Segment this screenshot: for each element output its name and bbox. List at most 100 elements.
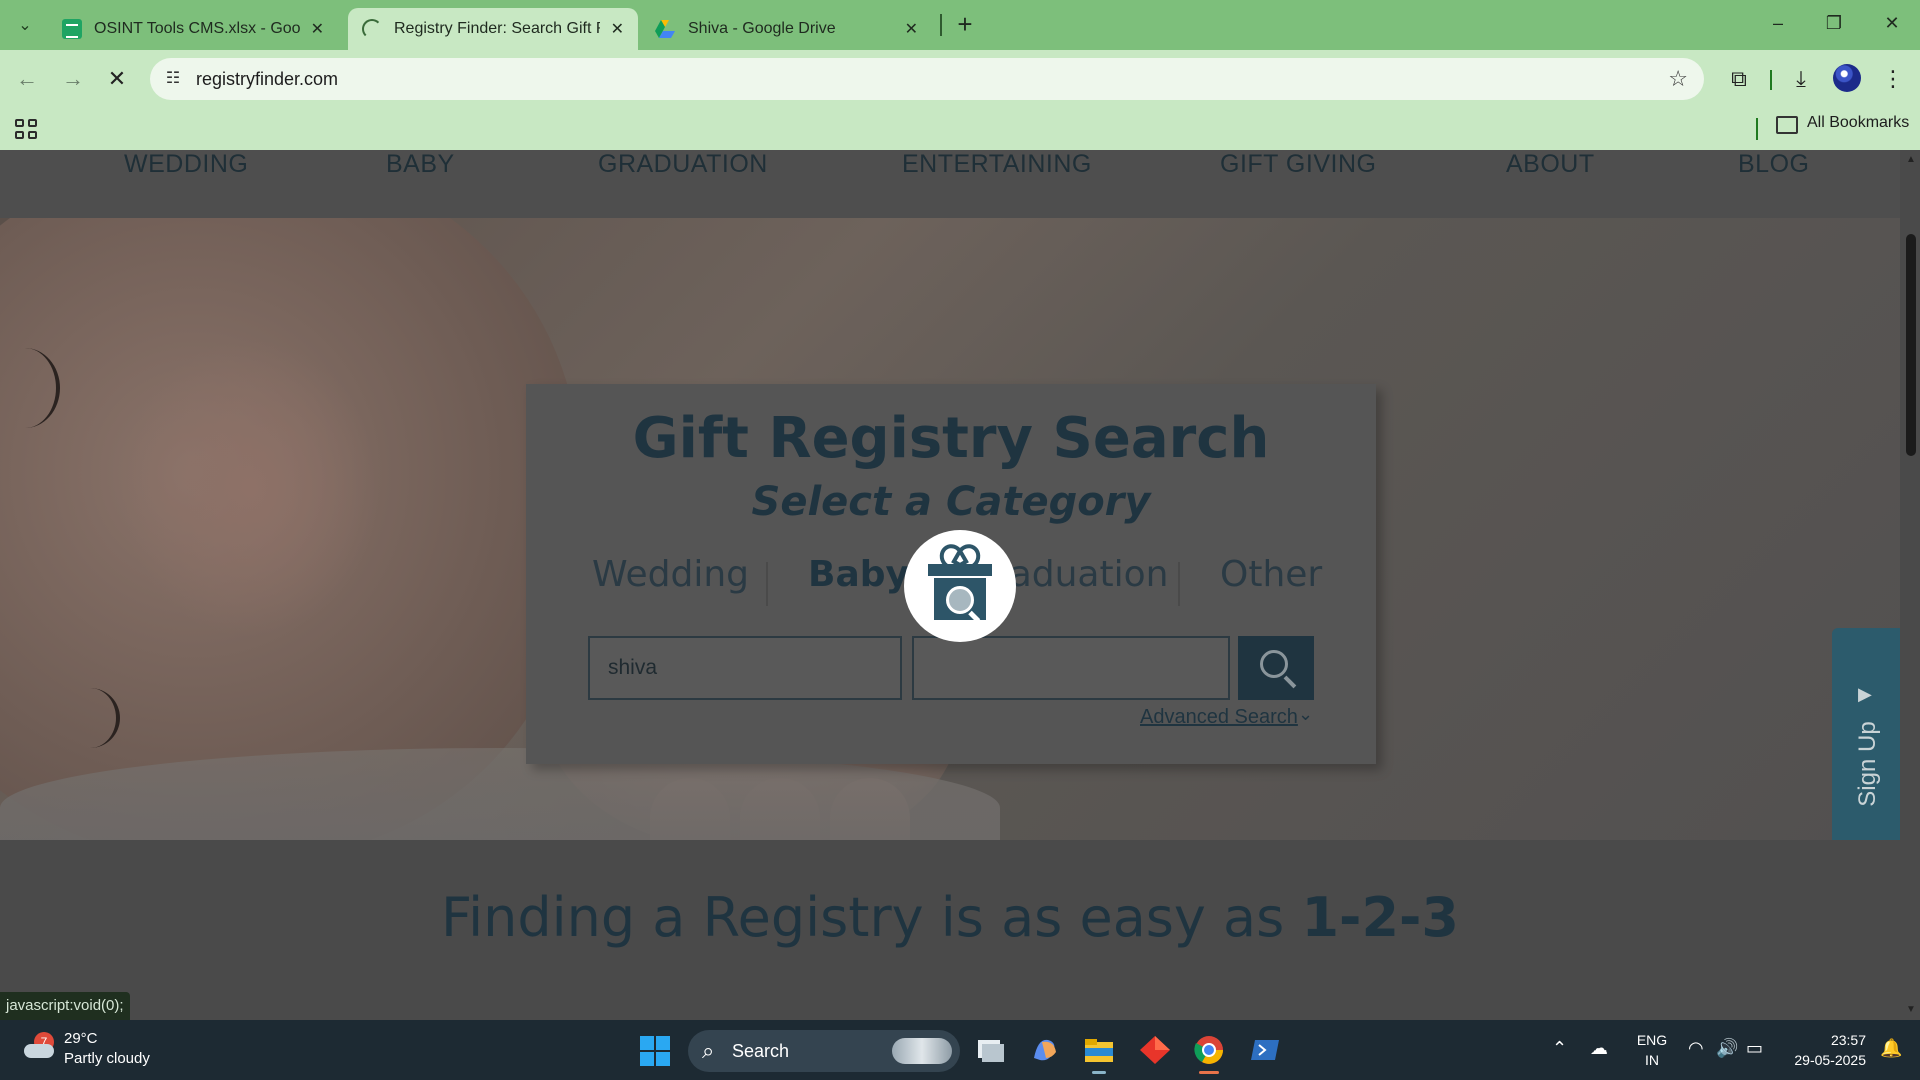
clock-date[interactable]: 29-05-2025 <box>1780 1052 1866 1068</box>
steps-heading: Finding a Registry is as easy as 1-2-3 <box>0 886 1900 949</box>
show-hidden-icons-chevron-icon[interactable]: ⌃ <box>1552 1038 1567 1059</box>
sheets-icon <box>62 19 82 39</box>
powershell-icon[interactable] <box>1248 1034 1282 1066</box>
signup-label: Sign Up <box>1854 721 1881 807</box>
search-title: Gift Registry Search <box>632 406 1270 471</box>
task-view-icon[interactable] <box>974 1034 1008 1066</box>
nav-about[interactable]: ABOUT <box>1506 150 1595 179</box>
search-subtitle: Select a Category <box>751 479 1151 525</box>
back-arrow-icon[interactable]: ← <box>10 62 44 96</box>
steps-heading-text: Finding a Registry is as easy as <box>441 886 1302 949</box>
onedrive-icon[interactable]: ☁ <box>1590 1038 1608 1059</box>
copilot-icon[interactable] <box>1028 1034 1062 1066</box>
category-other[interactable]: Other <box>1220 554 1322 595</box>
magnifier-icon <box>1260 650 1288 678</box>
scroll-up-arrow-icon[interactable]: ▲ <box>1905 154 1917 166</box>
tab-divider <box>940 14 942 36</box>
search-highlight-art <box>892 1038 952 1064</box>
page-viewport: WEDDING BABY GRADUATION ENTERTAINING GIF… <box>0 150 1920 1020</box>
running-indicator <box>1092 1071 1106 1074</box>
nav-blog[interactable]: BLOG <box>1738 150 1809 179</box>
nav-graduation[interactable]: GRADUATION <box>598 150 768 179</box>
apps-grid-icon[interactable] <box>12 116 38 142</box>
close-icon[interactable]: ✕ <box>611 19 624 39</box>
notifications-bell-icon[interactable]: 🔔 <box>1880 1038 1902 1059</box>
windows-start-icon[interactable] <box>640 1036 670 1066</box>
steps-heading-bold: 1-2-3 <box>1301 886 1459 949</box>
tab-registry-finder[interactable]: Registry Finder: Search Gift Reg ✕ <box>348 8 638 50</box>
profile-avatar[interactable] <box>1833 64 1861 92</box>
weather-temperature[interactable]: 29°C <box>64 1030 98 1047</box>
magnifier-handle <box>1283 675 1297 689</box>
cloud-icon <box>24 1044 54 1058</box>
all-bookmarks-button[interactable]: All Bookmarks <box>1807 114 1909 132</box>
language-indicator[interactable]: ENG <box>1634 1032 1670 1048</box>
tab-title: OSINT Tools CMS.xlsx - Google <box>94 20 300 37</box>
clock-time[interactable]: 23:57 <box>1786 1032 1866 1048</box>
hero-banner: Gift Registry Search Select a Category W… <box>0 218 1900 840</box>
windows-taskbar: 7 29°C Partly cloudy ⌕ Search ⌃ ☁ ENG IN… <box>0 1020 1920 1080</box>
first-name-input[interactable]: shiva <box>588 636 902 700</box>
window-close-icon[interactable]: ✕ <box>1872 8 1912 38</box>
more-menu-icon[interactable]: ⋮ <box>1876 62 1910 96</box>
folder-icon[interactable] <box>1776 116 1798 134</box>
battery-icon[interactable]: ▭ <box>1746 1038 1763 1059</box>
red-app-icon[interactable] <box>1138 1034 1172 1066</box>
new-tab-plus-icon[interactable]: + <box>950 10 980 40</box>
taskbar-search-label: Search <box>732 1041 790 1061</box>
extensions-icon[interactable]: ⧉ <box>1722 62 1756 96</box>
hero-photo-cheek <box>120 338 380 638</box>
weather-description[interactable]: Partly cloudy <box>64 1050 150 1067</box>
tab-search-chevron-icon[interactable]: ⌄ <box>10 10 40 40</box>
scroll-thumb[interactable] <box>1906 234 1916 456</box>
chevron-down-icon[interactable]: ⌄ <box>1298 704 1313 725</box>
last-name-input[interactable] <box>912 636 1230 700</box>
chrome-icon[interactable] <box>1192 1034 1226 1074</box>
wifi-icon[interactable]: ◠ <box>1688 1038 1704 1059</box>
nav-gift-giving[interactable]: GIFT GIVING <box>1220 150 1376 179</box>
close-icon[interactable]: ✕ <box>311 19 324 39</box>
tab-strip: ⌄ OSINT Tools CMS.xlsx - Google ✕ Regist… <box>0 0 1920 50</box>
nav-baby[interactable]: BABY <box>386 150 455 179</box>
forward-arrow-icon[interactable]: → <box>56 62 90 96</box>
bookmark-star-icon[interactable]: ☆ <box>1668 66 1688 92</box>
status-bubble: javascript:void(0); <box>0 992 130 1020</box>
hero-photo-eyelash <box>60 688 120 748</box>
url-text[interactable]: registryfinder.com <box>196 69 338 90</box>
weather-icon[interactable]: 7 <box>24 1032 56 1060</box>
signup-tab[interactable]: ▶ Sign Up <box>1832 628 1900 840</box>
tab-google-drive[interactable]: Shiva - Google Drive ✕ <box>640 8 932 50</box>
category-baby[interactable]: Baby <box>808 554 909 595</box>
tab-osint-tools[interactable]: OSINT Tools CMS.xlsx - Google ✕ <box>48 8 338 50</box>
taskbar-search-box[interactable]: ⌕ Search <box>688 1030 960 1072</box>
browser-toolbar: ← → ✕ ☷ registryfinder.com ☆ ⧉ ⤓ ⋮ <box>0 50 1920 108</box>
download-icon[interactable]: ⤓ <box>1784 62 1818 96</box>
page-scrollbar[interactable]: ▲ ▼ <box>1902 150 1920 1020</box>
loading-overlay-gift-icon <box>904 530 1016 642</box>
nav-wedding[interactable]: WEDDING <box>124 150 248 179</box>
site-settings-icon[interactable]: ☷ <box>162 68 184 90</box>
drive-icon <box>654 19 676 39</box>
bookmarks-divider <box>1756 118 1758 140</box>
stop-loading-icon[interactable]: ✕ <box>100 62 134 96</box>
toolbar-divider <box>1770 70 1772 90</box>
restore-icon[interactable]: ❐ <box>1814 8 1854 38</box>
address-bar[interactable]: ☷ registryfinder.com ☆ <box>150 58 1704 100</box>
volume-icon[interactable]: 🔊 <box>1716 1038 1738 1059</box>
scroll-down-arrow-icon[interactable]: ▼ <box>1905 1004 1917 1016</box>
advanced-search-link[interactable]: Advanced Search <box>1140 706 1298 729</box>
search-button[interactable] <box>1238 636 1314 700</box>
category-wedding[interactable]: Wedding <box>592 554 749 595</box>
gift-lid <box>928 564 992 576</box>
nav-entertaining[interactable]: ENTERTAINING <box>902 150 1092 179</box>
category-divider <box>1178 562 1180 606</box>
site-nav: WEDDING BABY GRADUATION ENTERTAINING GIF… <box>0 150 1900 218</box>
close-icon[interactable]: ✕ <box>905 19 918 39</box>
file-explorer-icon[interactable] <box>1082 1034 1116 1074</box>
language-region[interactable]: IN <box>1634 1052 1670 1068</box>
category-divider <box>766 562 768 606</box>
bookmarks-bar: All Bookmarks <box>0 108 1920 150</box>
minimize-icon[interactable]: – <box>1758 8 1798 38</box>
how-it-works-section: Finding a Registry is as easy as 1-2-3 <box>0 840 1900 1020</box>
play-arrow-icon: ▶ <box>1858 684 1872 704</box>
